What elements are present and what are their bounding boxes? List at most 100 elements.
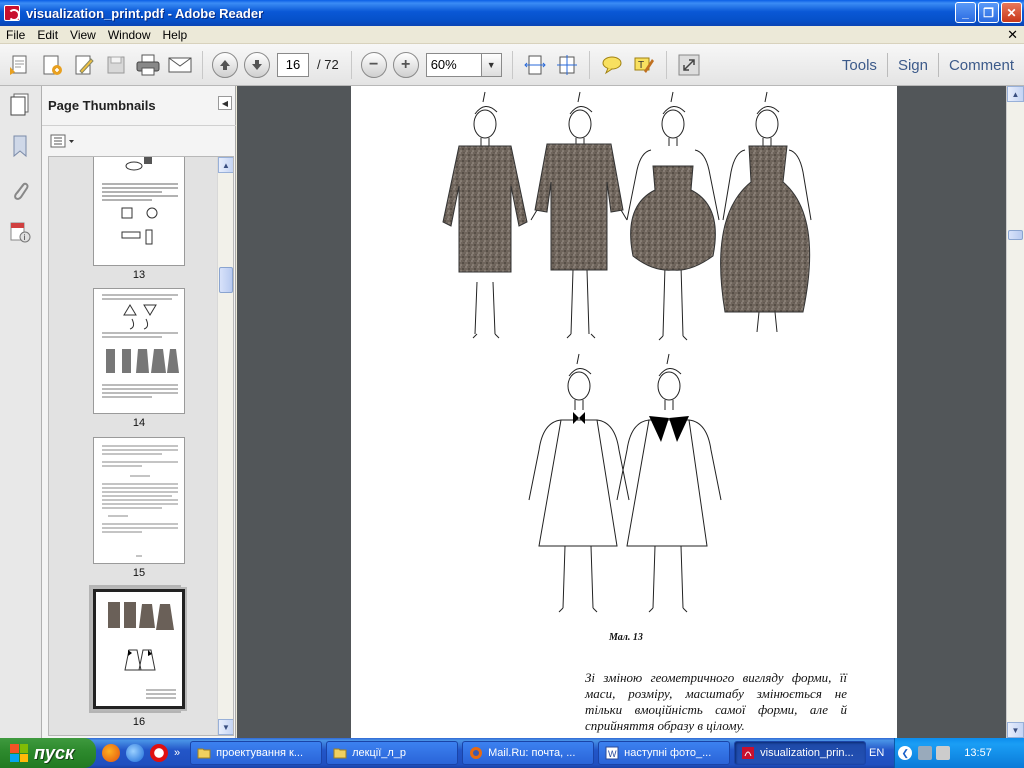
start-label: пуск [34,742,75,763]
attachments-icon[interactable] [8,178,32,202]
opera-icon[interactable] [150,744,168,762]
firefox-icon[interactable] [102,744,120,762]
page-number-input[interactable]: 16 [277,52,309,77]
window-controls: _ ❐ ✕ [955,2,1022,23]
close-button[interactable]: ✕ [1001,2,1022,23]
taskbar-item-label: Mail.Ru: почта, ... [488,747,576,759]
internet-explorer-icon[interactable] [126,744,144,762]
zoom-out-button[interactable]: − [360,51,388,79]
system-tray: EN ❮ 13:57 [869,738,1024,768]
page-thumbnails-icon[interactable] [8,92,32,116]
taskbar-item-firefox[interactable]: Mail.Ru: почта, ... [462,741,595,765]
scrollbar-thumb[interactable] [1008,230,1023,240]
collapse-panel-button[interactable]: ◀ [218,96,232,110]
toolbar-separator [511,50,513,79]
taskbar: пуск » проектування к... лекції_л_р Mail… [0,738,1024,768]
language-indicator[interactable]: EN [869,747,884,759]
taskbar-item-word[interactable]: W наступні фото_... [598,741,731,765]
thumbnail-options-button[interactable] [50,132,76,150]
toolbar-separator [350,50,352,79]
thumbnail-image [91,587,187,711]
chevron-down-icon[interactable]: ▼ [481,52,502,77]
taskbar-item-label: visualization_prin... [760,747,854,759]
close-document-button[interactable]: ✕ [1007,27,1018,43]
start-button[interactable]: пуск [0,738,96,768]
save-icon[interactable] [102,51,130,79]
taskbar-item-folder-2[interactable]: лекції_л_р [326,741,459,765]
quick-launch: » [102,744,180,762]
figure-caption: Мал. 13 [609,632,643,643]
quick-launch-more-icon[interactable]: » [174,747,180,759]
taskbar-item-label: наступні фото_... [624,747,712,759]
menu-bar: File Edit View Window Help ✕ [0,26,1024,44]
sign-panel-button[interactable]: Sign [888,57,938,74]
thumbnail-label: 15 [132,567,146,579]
adobe-reader-window: visualization_print.pdf - Adobe Reader _… [0,0,1024,768]
title-bar: visualization_print.pdf - Adobe Reader _… [0,0,1024,26]
menu-window[interactable]: Window [102,28,157,42]
next-page-button[interactable] [243,51,271,79]
scroll-up-icon[interactable]: ▲ [1007,86,1024,102]
sticky-note-icon[interactable] [598,51,626,79]
svg-text:T: T [638,60,644,71]
toolbar-separator [665,50,667,79]
menu-edit[interactable]: Edit [31,28,64,42]
bookmarks-icon[interactable] [8,134,32,158]
create-pdf-icon[interactable] [38,51,66,79]
scroll-up-icon[interactable]: ▲ [218,157,233,173]
thumbnail-page-16[interactable]: 16 [89,585,187,728]
menu-file[interactable]: File [0,28,31,42]
show-hidden-icons-icon[interactable]: ❮ [898,746,913,760]
document-info-icon[interactable]: i [8,220,32,244]
thumbnail-page-14[interactable]: 14 [93,288,185,429]
previous-page-button[interactable] [211,51,239,79]
toolbar-separator [588,50,590,79]
expand-icon[interactable] [675,51,703,79]
document-scrollbar[interactable]: ▲ ▼ [1006,86,1024,738]
scroll-down-icon[interactable]: ▼ [1007,722,1024,738]
edit-icon[interactable] [70,51,98,79]
email-icon[interactable] [166,51,194,79]
scroll-down-icon[interactable]: ▼ [218,719,233,735]
taskbar-item-folder-1[interactable]: проектування к... [190,741,323,765]
main-toolbar: 16 / 72 − + 60% ▼ T Tools Sign Comment [0,44,1024,86]
menu-help[interactable]: Help [157,28,194,42]
minimize-button[interactable]: _ [955,2,976,23]
fit-width-icon[interactable] [521,51,549,79]
thumbnails-scrollbar[interactable]: ▲ ▼ [217,157,233,735]
word-icon: W [605,746,619,760]
volume-icon[interactable] [936,746,951,760]
thumbnail-label: 16 [132,716,146,728]
print-icon[interactable] [134,51,162,79]
scrollbar-thumb[interactable] [219,267,233,293]
zoom-select[interactable]: 60% ▼ [425,52,502,77]
thumbnails-header: Page Thumbnails ◀ [42,86,236,126]
thumbnail-page-15[interactable]: 15 [93,437,185,579]
zoom-in-button[interactable]: + [392,51,420,79]
window-title: visualization_print.pdf - Adobe Reader [26,5,264,21]
pdf-page: Мал. 13 Зі зміною геометричного вигляду … [351,86,897,738]
fit-page-icon[interactable] [553,51,581,79]
thumbnail-list[interactable]: 13 14 15 16 ▲ ▼ [48,156,234,736]
comment-panel-button[interactable]: Comment [939,57,1024,74]
page-total: / 72 [317,57,339,72]
folder-icon [333,748,347,759]
firefox-icon [470,747,483,759]
arrow-up-icon [212,51,238,78]
open-icon[interactable] [6,51,34,79]
highlight-text-icon[interactable]: T [630,51,658,79]
document-view[interactable]: Мал. 13 Зі зміною геометричного вигляду … [237,86,1006,738]
taskbar-item-adobe-reader[interactable]: visualization_prin... [734,741,867,765]
zoom-value[interactable]: 60% [425,52,482,77]
svg-text:i: i [24,233,26,242]
thumbnail-image [93,437,185,564]
thumbnail-page-13[interactable]: 13 [93,157,185,281]
tools-panel-button[interactable]: Tools [832,57,887,74]
thumbnails-title: Page Thumbnails [48,98,156,113]
clock[interactable]: 13:57 [964,747,992,759]
menu-view[interactable]: View [64,28,102,42]
maximize-button[interactable]: ❐ [978,2,999,23]
taskbar-item-label: проектування к... [216,747,304,759]
network-icon[interactable] [918,746,933,760]
body-text: Зі зміною геометричного вигляду форми, ї… [585,670,847,733]
